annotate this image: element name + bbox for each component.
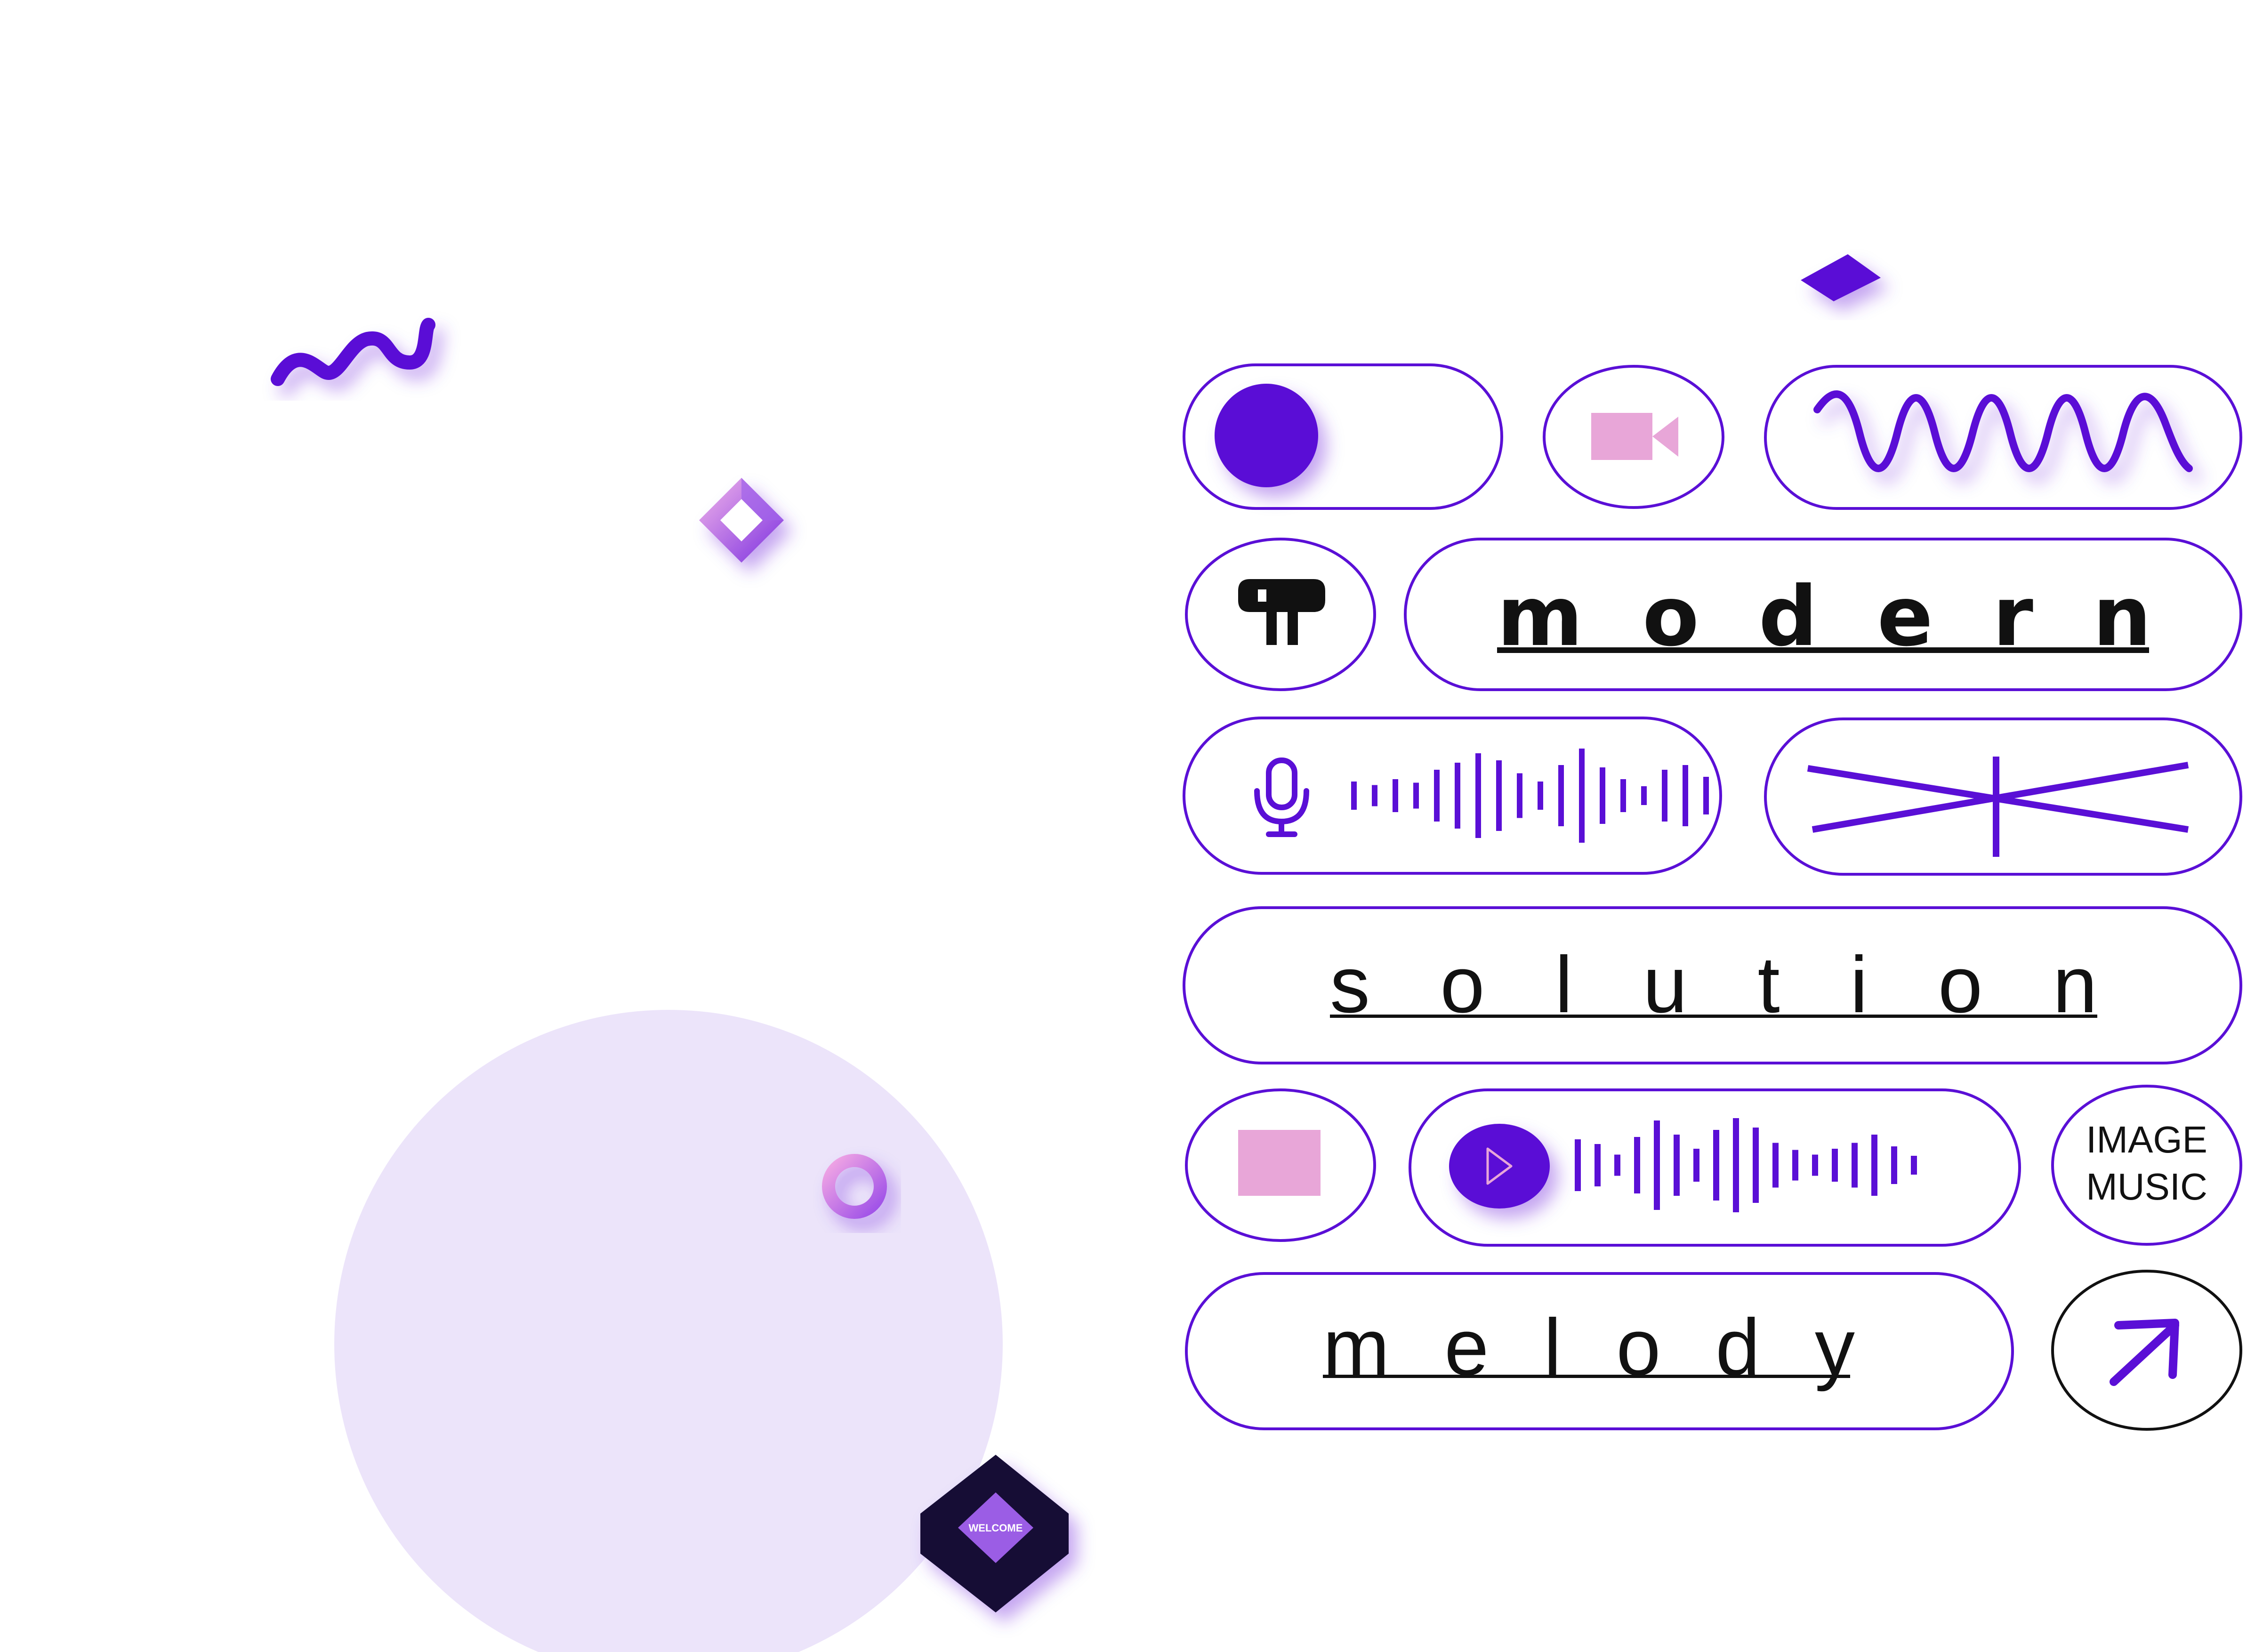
waveform-bar <box>1693 1149 1699 1182</box>
gem-decoration <box>699 478 784 563</box>
voice-recorder[interactable] <box>1183 717 1722 875</box>
play-button[interactable] <box>1449 1124 1550 1209</box>
audio-player[interactable] <box>1409 1088 2021 1247</box>
waveform-bar <box>1674 1135 1680 1196</box>
cross-button[interactable] <box>1764 717 2242 876</box>
waveform-bar <box>1517 773 1522 818</box>
modern-underline <box>1497 647 2149 653</box>
waveform-bar <box>1634 1137 1640 1193</box>
welcome-label: WELCOME <box>969 1522 1023 1534</box>
modern-button[interactable]: modern <box>1404 538 2242 691</box>
waveform-bar <box>1654 1120 1660 1210</box>
solution-button[interactable]: solution <box>1183 906 2242 1064</box>
lavender-circle-decoration <box>334 1010 1003 1652</box>
waveform-bar <box>1792 1150 1798 1181</box>
waveform-bar <box>1703 777 1709 814</box>
waveform-bar <box>1911 1156 1917 1175</box>
camera-button[interactable] <box>1543 365 1724 509</box>
waveform-bar <box>1812 1154 1818 1176</box>
waveform-bar <box>1832 1149 1838 1182</box>
waveform-bar <box>1600 767 1605 824</box>
waveform-bar <box>1614 1154 1620 1176</box>
image-music-badge[interactable]: IMAGE MUSIC <box>2051 1085 2242 1246</box>
waveform-bar <box>1891 1146 1897 1184</box>
waveform-bar <box>1558 765 1564 826</box>
waveform-bar <box>1575 1139 1581 1191</box>
artboard: WELCOME modern solution IMAGE MUSIC melo… <box>271 254 2242 1652</box>
waveform-bar <box>1579 749 1585 843</box>
stop-square-icon <box>1238 1130 1321 1196</box>
waveform-bar <box>1393 779 1398 812</box>
waveform-bar <box>1496 760 1502 831</box>
waveform-bar <box>1871 1135 1877 1196</box>
waveform-bar <box>1641 786 1647 805</box>
waveform-bar <box>1620 779 1626 812</box>
diamond-decoration <box>1801 254 1881 301</box>
arrow-button[interactable] <box>2051 1270 2242 1431</box>
stop-button[interactable] <box>1185 1088 1376 1242</box>
waveform-bar <box>1538 782 1543 810</box>
waveform-bar <box>1713 1130 1719 1201</box>
badge-line-2: MUSIC <box>2086 1166 2207 1208</box>
toggle-switch-icon <box>1215 384 1318 487</box>
waveform-bar <box>1662 770 1667 822</box>
waveform-bar <box>1475 753 1481 838</box>
waveform-bar <box>1351 782 1357 810</box>
waveform-bar <box>1372 785 1377 806</box>
toggle-button[interactable] <box>1183 363 1503 510</box>
waveform-bar <box>1413 782 1419 809</box>
melody-underline <box>1323 1375 1850 1378</box>
melody-button[interactable]: melody <box>1185 1272 2014 1430</box>
waveform-bar <box>1852 1143 1858 1188</box>
wave-button[interactable] <box>1764 365 2242 510</box>
waveform-bar <box>1772 1143 1779 1188</box>
badge-line-1: IMAGE <box>2086 1119 2207 1160</box>
waveform-bar <box>1753 1128 1759 1203</box>
pilcrow-button[interactable] <box>1185 538 1376 691</box>
squiggle-decoration <box>271 318 435 386</box>
waveform-bar <box>1595 1144 1601 1186</box>
waveform-bar <box>1434 770 1440 822</box>
solution-underline <box>1330 1015 2097 1018</box>
waveform-bar <box>1455 763 1460 829</box>
waveform-bar <box>1733 1118 1739 1212</box>
waveform-bar <box>1683 765 1688 826</box>
